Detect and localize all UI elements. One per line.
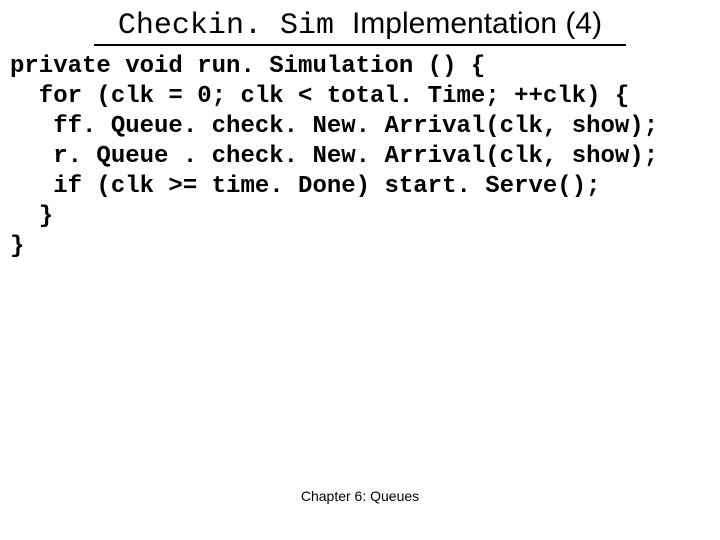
- title-sans-part: Implementation (4): [352, 7, 602, 40]
- footer-text: Chapter 6: Queues: [0, 488, 720, 504]
- slide: Checkin. Sim Implementation (4) private …: [0, 0, 720, 540]
- code-line: ff. Queue. check. New. Arrival(clk, show…: [10, 113, 658, 140]
- code-line: }: [10, 203, 53, 230]
- code-block: private void run. Simulation () { for (c…: [10, 52, 658, 262]
- code-line: if (clk >= time. Done) start. Serve();: [10, 173, 601, 200]
- code-line: r. Queue . check. New. Arrival(clk, show…: [10, 143, 658, 170]
- title-mono-part: Checkin. Sim: [118, 9, 352, 43]
- title-underline: [94, 44, 626, 46]
- code-line: for (clk = 0; clk < total. Time; ++clk) …: [10, 83, 629, 110]
- code-line: }: [10, 233, 24, 260]
- slide-title: Checkin. Sim Implementation (4): [0, 6, 720, 44]
- code-line: private void run. Simulation () {: [10, 53, 485, 80]
